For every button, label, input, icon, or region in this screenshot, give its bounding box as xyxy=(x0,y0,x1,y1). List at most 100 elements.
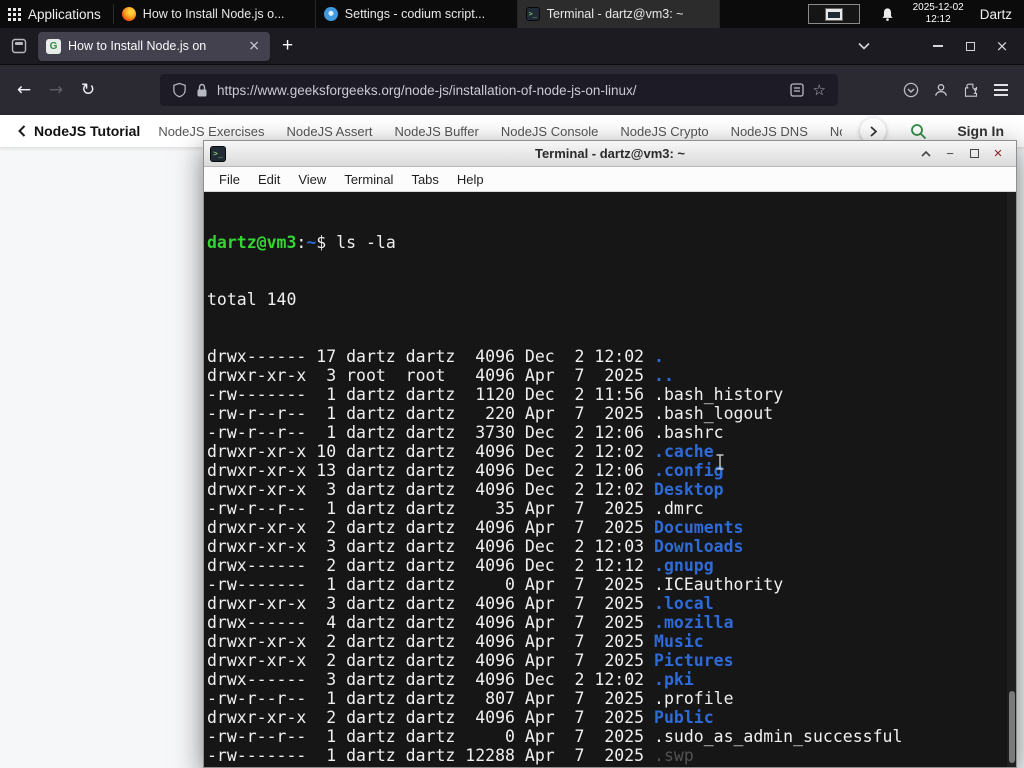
file-meta: drwxr-xr-x 3 dartz dartz 4096 Dec 2 12:0… xyxy=(207,537,655,556)
browser-tab[interactable]: G How to Install Node.js on × xyxy=(38,31,270,61)
prompt-command: ls -la xyxy=(326,233,396,252)
list-all-tabs-icon[interactable] xyxy=(848,33,880,59)
reader-view-icon[interactable] xyxy=(789,83,804,97)
file-meta: -rw-r--r-- 1 dartz dartz 3730 Dec 2 12:0… xyxy=(207,423,655,442)
terminal-maximize-button[interactable] xyxy=(962,144,986,164)
applications-menu-button[interactable]: Applications xyxy=(0,0,113,28)
pager-terminal-window-icon xyxy=(824,7,843,21)
tab-title: How to Install Node.js on xyxy=(68,39,207,53)
file-name: .dmrc xyxy=(654,499,704,518)
chevron-right-icon xyxy=(870,125,877,137)
terminal-output[interactable]: dartz@vm3:~$ ls -la total 140 drwx------… xyxy=(204,192,1016,767)
back-button[interactable]: ← xyxy=(8,74,40,106)
desktop: Applications How to Install Node.js o...… xyxy=(0,0,1024,768)
file-name: .ICEauthority xyxy=(654,575,784,594)
file-meta: drwxr-xr-x 2 dartz dartz 4096 Apr 7 2025 xyxy=(207,708,655,727)
site-nav-link[interactable]: NodeJS Assert xyxy=(287,124,373,139)
site-nav-link[interactable]: NodeJS Exercises xyxy=(158,124,264,139)
taskbar-window-title: How to Install Node.js o... xyxy=(142,7,285,21)
reload-button[interactable]: ↻ xyxy=(72,74,104,106)
file-meta: -rw------- 1 dartz dartz 12288 Apr 7 202… xyxy=(207,746,655,765)
terminal-output-line: drwxr-xr-x 2 dartz dartz 4096 Apr 7 2025… xyxy=(207,518,1016,537)
terminal-title-bar[interactable]: >_ Terminal - dartz@vm3: ~ − × xyxy=(204,141,1016,167)
terminal-output-line: drwx------ 17 dartz dartz 4096 Dec 2 12:… xyxy=(207,347,1016,366)
file-name: . xyxy=(654,347,664,366)
clock-time: 12:12 xyxy=(925,14,951,25)
firefox-view-icon[interactable] xyxy=(6,33,32,59)
terminal-close-button[interactable]: × xyxy=(986,144,1010,164)
extensions-icon[interactable] xyxy=(956,75,986,105)
bookmark-star-icon[interactable]: ☆ xyxy=(813,81,826,99)
terminal-output-line: -rw-r--r-- 1 dartz dartz 35 Apr 7 2025 .… xyxy=(207,499,1016,518)
menu-hamburger-icon[interactable] xyxy=(986,75,1016,105)
menu-help[interactable]: Help xyxy=(448,172,493,187)
tab-close-icon[interactable]: × xyxy=(246,38,262,54)
sign-in-button[interactable]: Sign In xyxy=(951,123,1010,139)
file-name: Templates xyxy=(654,765,743,767)
pocket-icon[interactable] xyxy=(896,75,926,105)
menu-tabs[interactable]: Tabs xyxy=(402,172,447,187)
taskbar-window-settings[interactable]: Settings - codium script... xyxy=(316,0,518,28)
file-meta: drwxr-xr-x 2 dartz dartz 4096 Apr 7 2025 xyxy=(207,632,655,651)
site-search-icon[interactable] xyxy=(904,123,933,140)
site-nav-link[interactable]: NodeJS Console xyxy=(501,124,599,139)
file-meta: drwxr-xr-x 3 dartz dartz 4096 Dec 2 12:0… xyxy=(207,480,655,499)
notification-bell-icon[interactable] xyxy=(870,0,905,28)
file-name: Music xyxy=(654,632,704,651)
terminal-output-line: drwxr-xr-x 2 dartz dartz 4096 Apr 7 2025… xyxy=(207,765,1016,767)
terminal-output-line: -rw-r--r-- 1 dartz dartz 3730 Dec 2 12:0… xyxy=(207,423,1016,442)
session-user: Dartz xyxy=(979,6,1012,22)
menu-terminal[interactable]: Terminal xyxy=(335,172,402,187)
terminal-menu-bar: File Edit View Terminal Tabs Help xyxy=(204,167,1016,192)
site-nav-link[interactable]: NodeJS DNS xyxy=(731,124,808,139)
firefox-icon xyxy=(121,7,136,21)
account-icon[interactable] xyxy=(926,75,956,105)
terminal-scrollbar[interactable] xyxy=(1007,192,1016,767)
site-nav-link[interactable]: NodeJS Crypto xyxy=(620,124,708,139)
top-panel: Applications How to Install Node.js o...… xyxy=(0,0,1024,28)
clock-date: 2025-12-02 xyxy=(912,1,964,13)
clock[interactable]: 2025-12-02 12:12 xyxy=(905,2,972,27)
browser-tab-bar: G How to Install Node.js on × + × xyxy=(0,28,1024,65)
file-name: .bash_history xyxy=(654,385,784,404)
file-meta: -rw-r--r-- 1 dartz dartz 807 Apr 7 2025 xyxy=(207,689,655,708)
menu-view[interactable]: View xyxy=(289,172,335,187)
taskbar-window-terminal[interactable]: >_ Terminal - dartz@vm3: ~ xyxy=(517,0,720,28)
browser-toolbar: ← → ↻ https://www.geeksforgeeks.org/node… xyxy=(0,65,1024,115)
site-nav-link[interactable]: NodeJS Buffer xyxy=(395,124,479,139)
window-maximize-button[interactable] xyxy=(954,33,986,59)
url-input[interactable]: https://www.geeksforgeeks.org/node-js/in… xyxy=(217,83,781,98)
terminal-output-line: -rw------- 1 dartz dartz 1120 Dec 2 11:5… xyxy=(207,385,1016,404)
terminal-output-line: drwx------ 3 dartz dartz 4096 Dec 2 12:0… xyxy=(207,670,1016,689)
terminal-output-line: -rw-r--r-- 1 dartz dartz 220 Apr 7 2025 … xyxy=(207,404,1016,423)
menu-file[interactable]: File xyxy=(210,172,249,187)
terminal-total-line: total 140 xyxy=(207,290,297,309)
terminal-rows: drwx------ 17 dartz dartz 4096 Dec 2 12:… xyxy=(207,347,1016,767)
tracking-shield-icon[interactable] xyxy=(172,82,187,98)
workspace-pager[interactable] xyxy=(807,4,860,24)
file-name: .sudo_as_admin_successful xyxy=(654,727,903,746)
window-minimize-button[interactable] xyxy=(922,33,954,59)
menu-edit[interactable]: Edit xyxy=(249,172,289,187)
site-nav-back[interactable]: NodeJS Tutorial xyxy=(18,123,140,139)
file-name: .. xyxy=(654,366,674,385)
site-nav-link[interactable]: Node xyxy=(830,124,842,139)
terminal-output-line: drwx------ 4 dartz dartz 4096 Apr 7 2025… xyxy=(207,613,1016,632)
file-name: .profile xyxy=(654,689,734,708)
terminal-output-line: drwxr-xr-x 13 dartz dartz 4096 Dec 2 12:… xyxy=(207,461,1016,480)
address-bar[interactable]: https://www.geeksforgeeks.org/node-js/in… xyxy=(160,74,838,106)
forward-button[interactable]: → xyxy=(40,74,72,106)
terminal-window: >_ Terminal - dartz@vm3: ~ − × File Edit… xyxy=(203,140,1017,768)
file-name: .bash_logout xyxy=(654,404,774,423)
terminal-rollup-button[interactable] xyxy=(914,144,938,164)
file-meta: -rw------- 1 dartz dartz 1120 Dec 2 11:5… xyxy=(207,385,655,404)
lock-icon[interactable] xyxy=(196,83,208,98)
new-tab-button[interactable]: + xyxy=(270,35,305,57)
file-name: Documents xyxy=(654,518,744,537)
terminal-minimize-button[interactable]: − xyxy=(938,144,962,164)
tab-favicon: G xyxy=(46,38,61,54)
file-meta: drwx------ 4 dartz dartz 4096 Apr 7 2025 xyxy=(207,613,655,632)
scrollbar-thumb[interactable] xyxy=(1009,691,1015,763)
taskbar-window-firefox[interactable]: How to Install Node.js o... xyxy=(114,0,316,28)
window-close-button[interactable]: × xyxy=(986,33,1018,59)
